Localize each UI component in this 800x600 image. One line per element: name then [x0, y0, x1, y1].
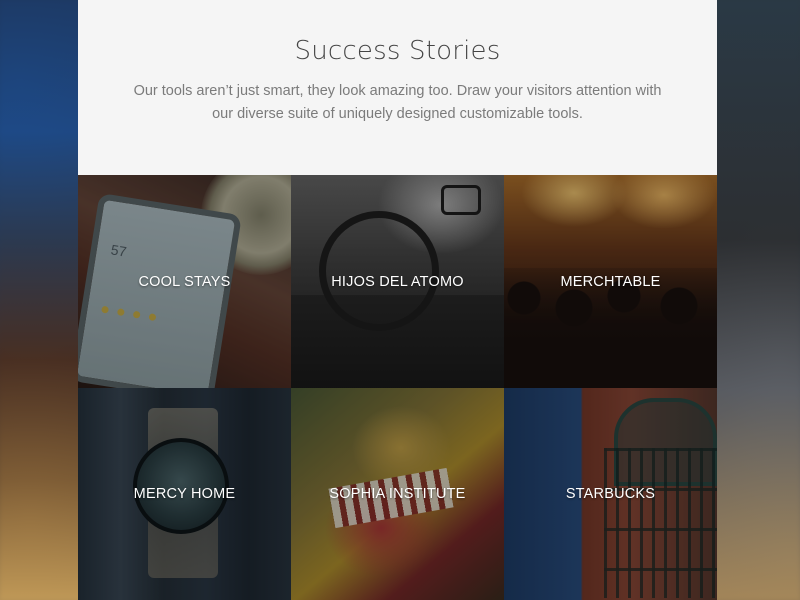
story-tile-starbucks[interactable]: STARBUCKS [504, 388, 717, 600]
story-tile-sophia-institute[interactable]: SOPHIA INSTITUTE [291, 388, 504, 600]
tile-label: MERCHTABLE [560, 273, 661, 290]
backdrop-left [0, 0, 78, 600]
story-tile-merchtable[interactable]: MERCHTABLE [504, 175, 717, 388]
tile-label: STARBUCKS [565, 486, 656, 502]
tile-label: COOL STAYS [138, 273, 231, 290]
section-description: Our tools aren’t just smart, they look a… [133, 83, 662, 122]
stories-grid: 57 COOL STAYS HIJOS DEL ATOMO MERCHTABLE… [78, 175, 717, 600]
story-tile-mercy-home[interactable]: MERCY HOME [78, 388, 291, 600]
section-title: Success Stories [294, 36, 501, 66]
story-tile-hijos-del-atomo[interactable]: HIJOS DEL ATOMO [291, 175, 504, 388]
tile-label: HIJOS DEL ATOMO [331, 273, 464, 290]
tile-label: SOPHIA INSTITUTE [329, 486, 466, 502]
story-tile-cool-stays[interactable]: 57 COOL STAYS [78, 175, 291, 388]
backdrop-right [716, 0, 800, 600]
section-intro: Success Stories Our tools aren’t just sm… [78, 0, 717, 175]
success-stories-section: Success Stories Our tools aren’t just sm… [78, 0, 717, 600]
tile-label: MERCY HOME [133, 486, 236, 502]
